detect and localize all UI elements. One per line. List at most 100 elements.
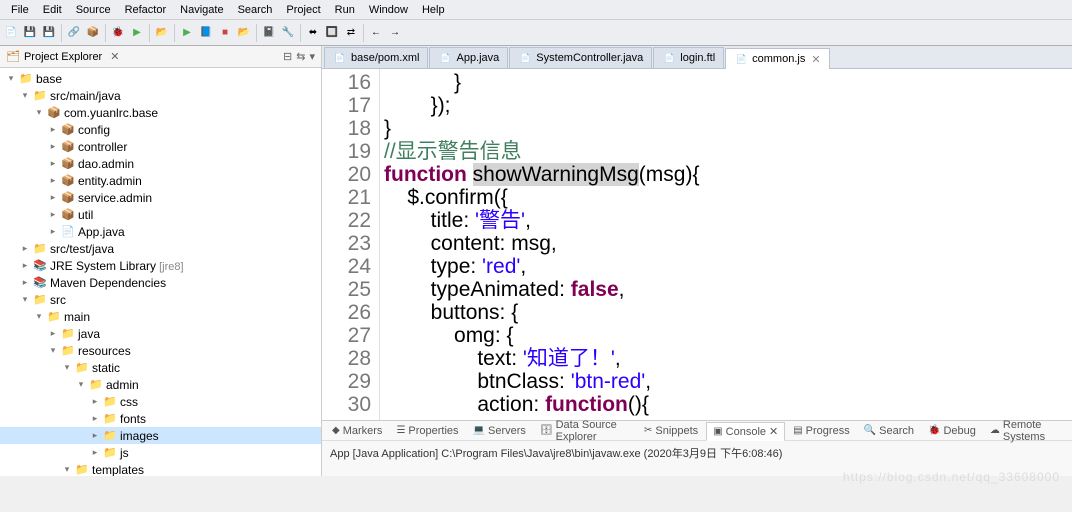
tree-item[interactable]: ▸📦util (0, 206, 321, 223)
code-line[interactable]: //显示警告信息 (384, 140, 1072, 163)
expand-icon[interactable]: ▸ (46, 192, 60, 203)
tree-item[interactable]: ▸📚Maven Dependencies (0, 274, 321, 291)
expand-icon[interactable]: ▸ (46, 328, 60, 339)
bottom-tab-data-source-explorer[interactable]: 🗄Data Source Explorer (534, 417, 636, 445)
expand-icon[interactable]: ▾ (32, 107, 46, 118)
expand-icon[interactable]: ▾ (60, 464, 74, 475)
bottom-tab-remote-systems[interactable]: ☁Remote Systems (984, 417, 1068, 445)
project-explorer-tab[interactable]: 🗂 Project Explorer ✕ ⊟ ⇆ ▾ (0, 46, 321, 68)
link-editor-icon[interactable]: ⇆ (296, 50, 305, 63)
editor-tab[interactable]: 📄App.java (429, 47, 508, 68)
view-menu-icon[interactable]: ▾ (309, 50, 315, 63)
expand-icon[interactable]: ▾ (32, 311, 46, 322)
tree-item[interactable]: ▾📁src (0, 291, 321, 308)
expand-icon[interactable]: ▾ (74, 379, 88, 390)
code-line[interactable]: function showWarningMsg(msg){ (384, 163, 1072, 186)
tree-item[interactable]: ▾📁base (0, 70, 321, 87)
bottom-tab-search[interactable]: 🔍Search (858, 423, 920, 439)
tree-item[interactable]: ▸📁css (0, 393, 321, 410)
menu-file[interactable]: File (4, 2, 36, 18)
bottom-tab-servers[interactable]: 💻Servers (467, 423, 532, 439)
expand-icon[interactable]: ▸ (88, 396, 102, 407)
code-editor[interactable]: 161718192021222324252627282930 } });}//显… (322, 69, 1072, 420)
close-icon[interactable]: ✕ (811, 53, 820, 66)
code-line[interactable]: content: msg, (384, 232, 1072, 255)
code-line[interactable]: action: function(){ (384, 393, 1072, 416)
tree-item[interactable]: ▾📁main (0, 308, 321, 325)
bottom-tab-console[interactable]: ▣Console ✕ (706, 422, 785, 441)
close-icon[interactable]: ✕ (110, 50, 119, 63)
tree-item[interactable]: ▸📁images (0, 427, 321, 444)
expand-icon[interactable]: ▸ (18, 277, 32, 288)
code-line[interactable]: buttons: { (384, 301, 1072, 324)
expand-icon[interactable]: ▸ (18, 243, 32, 254)
back-btn[interactable]: ← (367, 24, 385, 42)
code-line[interactable]: btnClass: 'btn-red', (384, 370, 1072, 393)
new-btn[interactable]: 📄 (2, 24, 20, 42)
code-line[interactable]: $.confirm({ (384, 186, 1072, 209)
forward-btn[interactable]: → (386, 24, 404, 42)
code-line[interactable]: typeAnimated: false, (384, 278, 1072, 301)
tree-item[interactable]: ▾📁src/main/java (0, 87, 321, 104)
menu-navigate[interactable]: Navigate (173, 2, 230, 18)
tree-item[interactable]: ▸📁src/test/java (0, 240, 321, 257)
tree-item[interactable]: ▸📦dao.admin (0, 155, 321, 172)
expand-icon[interactable]: ▸ (88, 430, 102, 441)
expand-icon[interactable]: ▸ (46, 158, 60, 169)
expand-icon[interactable]: ▾ (46, 345, 60, 356)
tree-item[interactable]: ▾📁resources (0, 342, 321, 359)
expand-icon[interactable]: ▸ (18, 260, 32, 271)
bottom-tab-properties[interactable]: ☰Properties (390, 423, 464, 439)
menu-search[interactable]: Search (231, 2, 280, 18)
code-line[interactable]: type: 'red', (384, 255, 1072, 278)
tree-item[interactable]: ▸📦service.admin (0, 189, 321, 206)
save-btn[interactable]: 💾 (21, 24, 39, 42)
bottom-tab-debug[interactable]: 🐞Debug (922, 423, 982, 439)
expand-icon[interactable]: ▸ (46, 226, 60, 237)
editor-tab[interactable]: 📄login.ftl (653, 47, 724, 68)
menu-help[interactable]: Help (415, 2, 452, 18)
tree-item[interactable]: ▸📁fonts (0, 410, 321, 427)
bottom-tab-snippets[interactable]: ✂Snippets (638, 423, 704, 439)
code-content[interactable]: } });}//显示警告信息function showWarningMsg(ms… (380, 69, 1072, 420)
expand-icon[interactable]: ▸ (46, 175, 60, 186)
menu-run[interactable]: Run (328, 2, 362, 18)
code-line[interactable]: title: '警告', (384, 209, 1072, 232)
tree-item[interactable]: ▸📚JRE System Library [jre8] (0, 257, 321, 274)
expand-icon[interactable]: ▸ (46, 209, 60, 220)
code-line[interactable]: text: '知道了！', (384, 347, 1072, 370)
menu-project[interactable]: Project (279, 2, 327, 18)
bottom-tab-markers[interactable]: ◆Markers (326, 423, 388, 439)
tree-item[interactable]: ▾📦com.yuanlrc.base (0, 104, 321, 121)
expand-icon[interactable]: ▸ (88, 447, 102, 458)
expand-icon[interactable]: ▸ (46, 124, 60, 135)
expand-icon[interactable]: ▾ (18, 294, 32, 305)
code-line[interactable]: } (384, 117, 1072, 140)
bottom-tab-progress[interactable]: ▤Progress (787, 423, 855, 439)
expand-icon[interactable]: ▾ (4, 73, 18, 84)
menu-edit[interactable]: Edit (36, 2, 69, 18)
expand-icon[interactable]: ▾ (18, 90, 32, 101)
tree-item[interactable]: ▾📁templates (0, 461, 321, 476)
tree-item[interactable]: ▸📦entity.admin (0, 172, 321, 189)
expand-icon[interactable]: ▸ (46, 141, 60, 152)
expand-icon[interactable]: ▸ (88, 413, 102, 424)
code-line[interactable]: omg: { (384, 324, 1072, 347)
code-line[interactable]: } (384, 71, 1072, 94)
tree-item[interactable]: ▸📄App.java (0, 223, 321, 240)
run-btn[interactable]: ▶ (128, 24, 146, 42)
tree-item[interactable]: ▾📁admin (0, 376, 321, 393)
code-line[interactable]: }); (384, 94, 1072, 117)
save-all-btn[interactable]: 💾 (40, 24, 58, 42)
tree-item[interactable]: ▸📦controller (0, 138, 321, 155)
menu-refactor[interactable]: Refactor (118, 2, 174, 18)
menu-window[interactable]: Window (362, 2, 415, 18)
expand-icon[interactable]: ▾ (60, 362, 74, 373)
tree-item[interactable]: ▸📁js (0, 444, 321, 461)
editor-tab[interactable]: 📄base/pom.xml (324, 47, 428, 68)
editor-tab[interactable]: 📄SystemController.java (509, 47, 652, 68)
tree-item[interactable]: ▸📁java (0, 325, 321, 342)
collapse-all-icon[interactable]: ⊟ (283, 50, 292, 63)
menu-source[interactable]: Source (69, 2, 118, 18)
project-tree[interactable]: ▾📁base▾📁src/main/java▾📦com.yuanlrc.base ▸… (0, 68, 321, 476)
